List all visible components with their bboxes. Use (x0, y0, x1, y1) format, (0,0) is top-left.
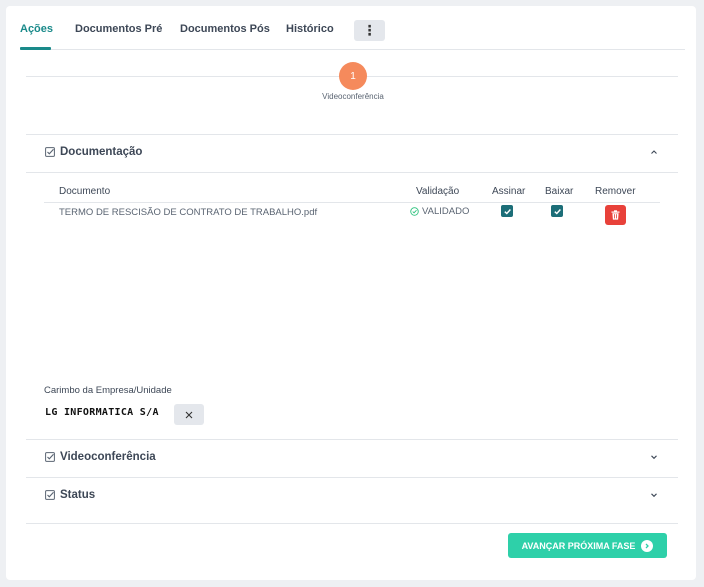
section-documentacao-title: Documentação (60, 146, 143, 158)
section-documentacao-header[interactable]: Documentação (26, 134, 678, 172)
column-header-remover: Remover (595, 186, 636, 197)
tab-documentos-pos[interactable]: Documentos Pós (180, 23, 270, 35)
validation-status: VALIDADO (410, 206, 469, 217)
check-square-icon (45, 452, 55, 462)
section-divider (26, 172, 678, 173)
stamp-value: LG INFORMATICA S/A (45, 407, 159, 418)
section-divider (26, 523, 678, 524)
column-header-assinar: Assinar (492, 186, 526, 197)
column-header-baixar: Baixar (545, 186, 574, 197)
chevron-down-icon[interactable] (650, 491, 658, 499)
document-name[interactable]: TERMO DE RESCISÃO DE CONTRATO DE TRABALH… (59, 207, 317, 218)
more-options-button[interactable]: ⋮ (354, 20, 385, 41)
section-status-header[interactable]: Status (26, 477, 678, 515)
download-checkbox[interactable] (551, 205, 563, 217)
arrow-right-circle-icon (641, 539, 654, 552)
validation-status-text: VALIDADO (422, 206, 470, 217)
advance-next-phase-button[interactable]: AVANÇAR PRÓXIMA FASE (508, 533, 667, 558)
check-square-icon (45, 147, 55, 157)
advance-button-label: AVANÇAR PRÓXIMA FASE (521, 540, 636, 551)
tab-historico[interactable]: Histórico (286, 23, 334, 35)
column-header-validacao: Validação (416, 186, 460, 197)
tab-documentos-pre[interactable]: Documentos Pré (75, 23, 162, 35)
clear-stamp-button[interactable] (174, 404, 204, 425)
check-circle-icon (410, 207, 419, 216)
section-videoconferencia-header[interactable]: Videoconferência (26, 439, 678, 477)
stamp-label: Carimbo da Empresa/Unidade (44, 385, 172, 396)
chevron-up-icon[interactable] (650, 148, 658, 156)
close-icon (185, 411, 193, 418)
sign-checkbox[interactable] (501, 205, 513, 217)
column-header-documento: Documento (59, 186, 111, 197)
main-card: Ações Documentos Pré Documentos Pós Hist… (6, 6, 696, 580)
step-number: 1 (350, 70, 356, 82)
tab-acoes[interactable]: Ações (20, 23, 53, 35)
checkmark-icon (503, 208, 511, 214)
section-status-title: Status (60, 489, 96, 501)
remove-document-button[interactable] (605, 205, 626, 225)
checkmark-icon (553, 208, 561, 214)
table-header-divider (44, 202, 660, 203)
step-circle[interactable]: 1 (339, 62, 367, 90)
chevron-down-icon[interactable] (650, 453, 658, 461)
active-tab-indicator (20, 47, 51, 50)
step-label: Videoconferência (322, 92, 384, 101)
section-videoconferencia-title: Videoconferência (60, 451, 156, 463)
tab-bar: Ações Documentos Pré Documentos Pós Hist… (20, 6, 685, 50)
trash-icon (611, 210, 620, 220)
more-vertical-icon: ⋮ (362, 22, 377, 38)
check-square-icon (45, 490, 55, 500)
